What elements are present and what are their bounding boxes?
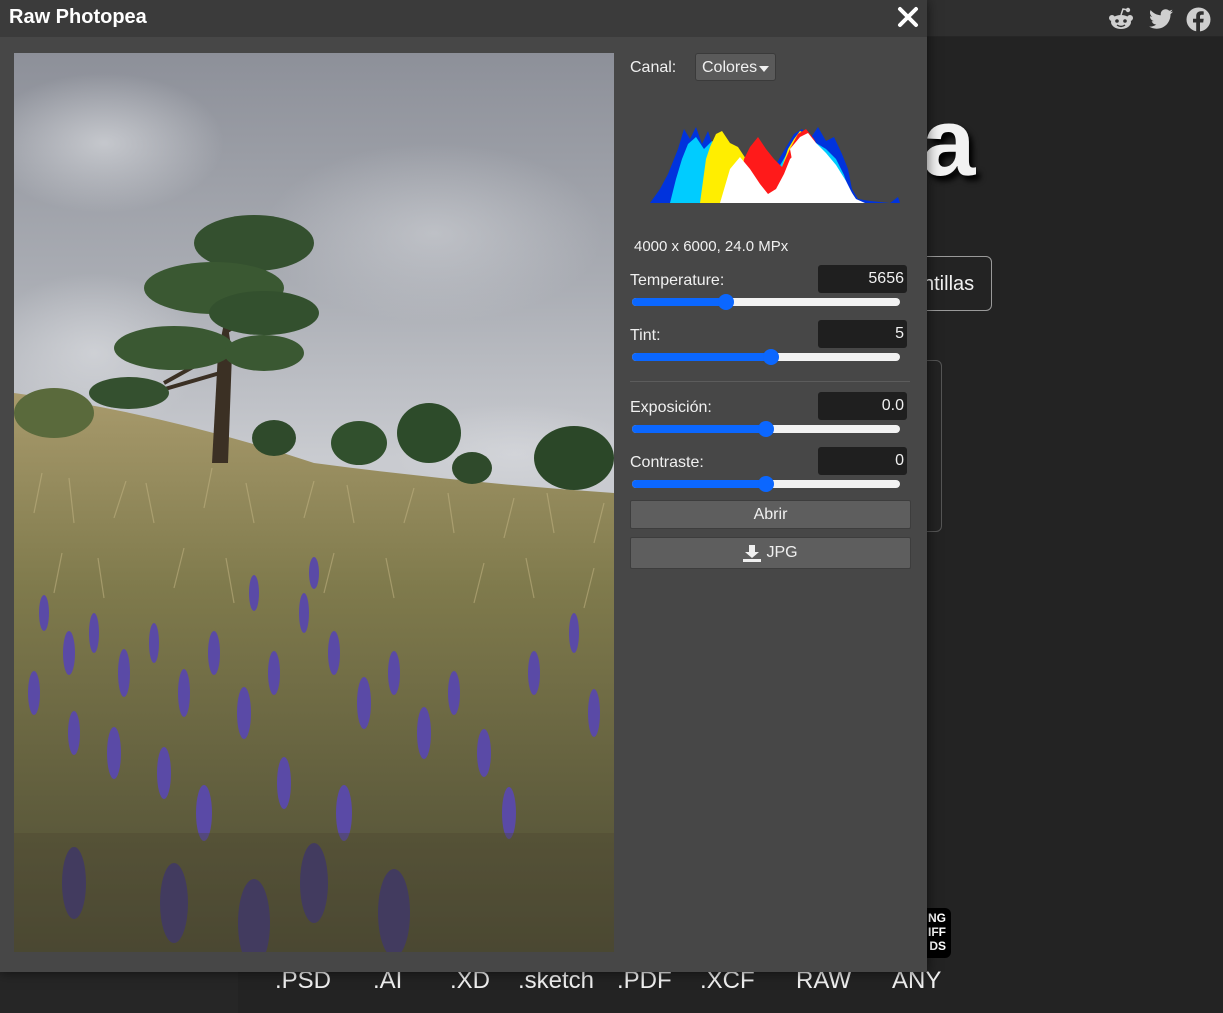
slider-fill (632, 353, 772, 361)
slider-fill (632, 480, 766, 488)
histogram (650, 127, 900, 203)
temperature-slider[interactable] (630, 294, 902, 310)
divider (630, 381, 910, 382)
reddit-icon[interactable] (1108, 6, 1134, 32)
contrast-label: Contraste: (630, 454, 704, 471)
slider-thumb[interactable] (717, 294, 734, 310)
twitter-icon[interactable] (1148, 6, 1174, 32)
contrast-value-field[interactable]: 0 (818, 447, 907, 475)
image-preview (14, 53, 614, 952)
slider-fill (632, 298, 726, 306)
tint-label: Tint: (630, 327, 661, 344)
slider-thumb[interactable] (758, 421, 774, 437)
temperature-label: Temperature: (630, 272, 725, 289)
background-logo-fragment: a (922, 89, 976, 196)
open-button[interactable]: Abrir (630, 500, 911, 529)
channel-dropdown[interactable]: Colores (695, 53, 776, 81)
save-jpg-label: JPG (766, 544, 798, 561)
channel-label: Canal: (630, 59, 677, 76)
exposure-value-field[interactable]: 0.0 (818, 392, 907, 420)
close-button[interactable] (893, 4, 923, 32)
temperature-value-field[interactable]: 5656 (818, 265, 907, 293)
contrast-slider[interactable] (630, 476, 902, 492)
slider-thumb[interactable] (763, 349, 780, 365)
channel-value: Colores (702, 59, 758, 76)
exposure-label: Exposición: (630, 399, 712, 416)
facebook-icon[interactable] (1185, 6, 1211, 32)
exposure-slider[interactable] (630, 421, 902, 437)
download-icon (743, 544, 762, 562)
raw-photopea-dialog: Raw Photopea Canal: Colores 4000 x 6000,… (0, 0, 927, 972)
chevron-down-icon (759, 66, 769, 72)
slider-fill (632, 425, 766, 433)
dialog-title: Raw Photopea (9, 6, 147, 28)
close-icon (898, 7, 918, 27)
save-jpg-button[interactable]: JPG (630, 537, 911, 569)
slider-thumb[interactable] (758, 476, 774, 492)
tint-slider[interactable] (630, 349, 902, 365)
tint-value-field[interactable]: 5 (818, 320, 907, 348)
image-info: 4000 x 6000, 24.0 MPx (634, 238, 789, 255)
dialog-titlebar[interactable]: Raw Photopea (0, 0, 927, 37)
